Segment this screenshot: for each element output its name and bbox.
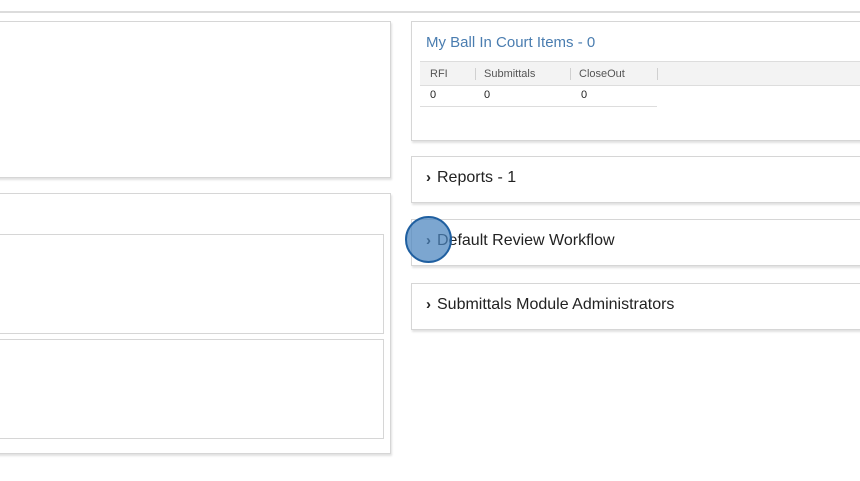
submittals-module-administrators-label: Submittals Module Administrators <box>437 296 675 313</box>
chevron-right-icon: › <box>426 232 431 249</box>
default-review-workflow-label: Default Review Workflow <box>437 232 615 249</box>
left-top-panel <box>0 21 391 178</box>
table-row: 0 0 0 <box>420 85 657 107</box>
left-bottom-panel <box>0 193 391 454</box>
column-separator <box>475 68 476 80</box>
closeout-count[interactable]: 0 <box>581 89 587 101</box>
reports-accordion-label: Reports - 1 <box>437 169 517 186</box>
ball-in-court-panel: My Ball In Court Items - 0 RFI Submittal… <box>411 21 860 141</box>
column-header-closeout[interactable]: CloseOut <box>579 68 625 80</box>
left-inner-box-2 <box>0 339 384 439</box>
column-separator <box>657 68 658 80</box>
top-divider <box>0 11 860 13</box>
chevron-right-icon: › <box>426 296 431 313</box>
chevron-right-icon: › <box>426 169 431 186</box>
ball-in-court-table-header: RFI Submittals CloseOut <box>420 61 860 86</box>
rfi-count[interactable]: 0 <box>430 89 436 101</box>
submittals-count[interactable]: 0 <box>484 89 490 101</box>
reports-accordion[interactable]: › Reports - 1 <box>411 156 860 203</box>
default-review-workflow-accordion[interactable]: › Default Review Workflow <box>411 219 860 266</box>
column-header-rfi[interactable]: RFI <box>430 68 448 80</box>
column-header-submittals[interactable]: Submittals <box>484 68 535 80</box>
ball-in-court-title[interactable]: My Ball In Court Items - 0 <box>426 34 595 51</box>
left-inner-box-1 <box>0 234 384 334</box>
submittals-module-administrators-accordion[interactable]: › Submittals Module Administrators <box>411 283 860 330</box>
column-separator <box>570 68 571 80</box>
